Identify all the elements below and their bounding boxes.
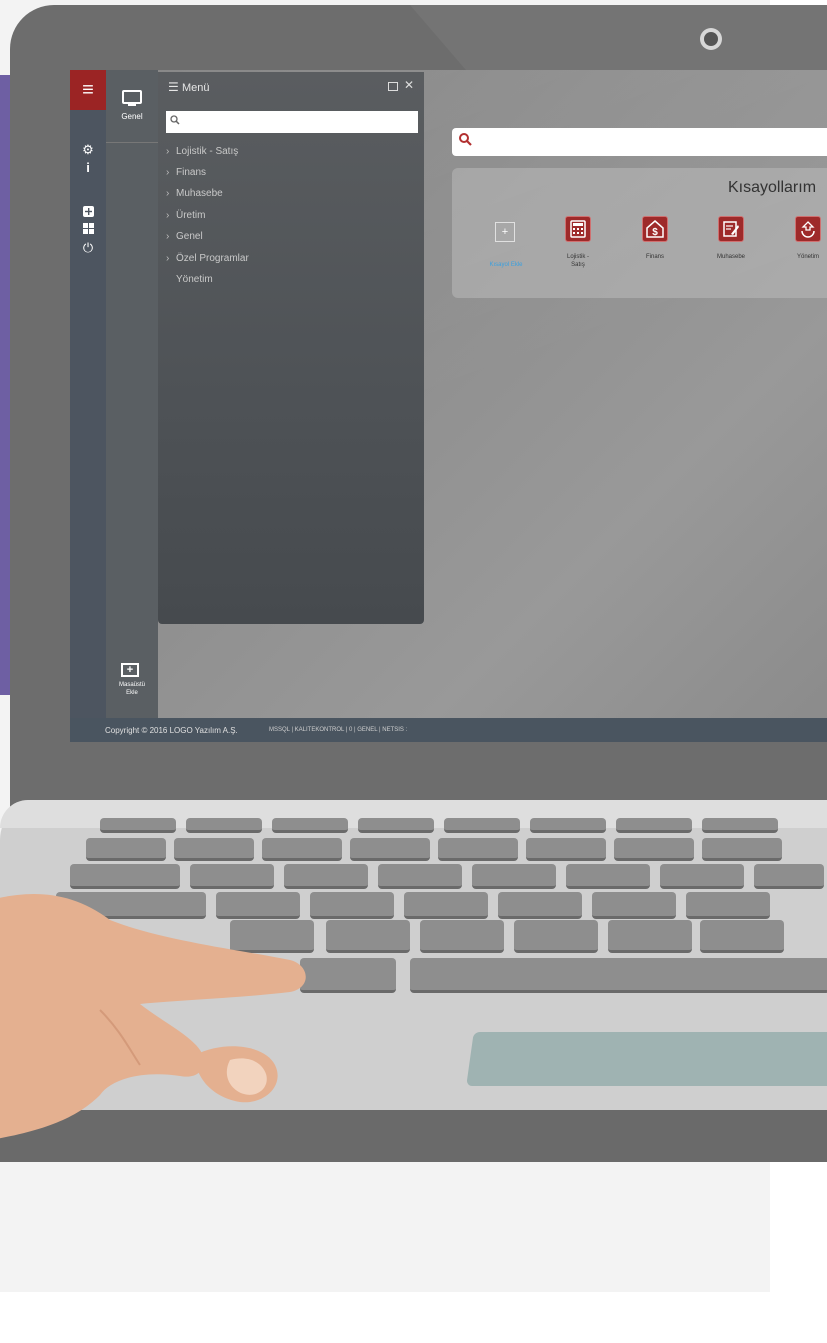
desktop-column xyxy=(106,70,158,718)
info-icon[interactable]: i xyxy=(70,160,106,175)
chevron-right-icon: › xyxy=(166,167,170,178)
connection-status-text: MSSQL | KALITEKONTROL | 0 | GENEL | NETS… xyxy=(269,727,408,733)
key xyxy=(514,920,598,953)
key xyxy=(404,892,488,919)
recycle-icon[interactable] xyxy=(795,216,821,242)
key xyxy=(350,838,430,861)
pointing-hand-illustration xyxy=(0,894,306,1139)
add-icon[interactable] xyxy=(70,205,106,220)
menu-item-label: Finans xyxy=(176,167,207,178)
menu-title: Menü xyxy=(182,82,210,94)
key xyxy=(686,892,770,919)
key xyxy=(700,920,784,953)
key xyxy=(530,818,606,833)
menu-hamburger-icon: ☰ xyxy=(168,80,179,94)
key xyxy=(300,958,396,993)
search-icon xyxy=(170,115,180,128)
trackpad xyxy=(466,1032,827,1086)
desktop-genel-label: Genel xyxy=(121,112,143,121)
add-desktop-label-line2: Ekle xyxy=(126,690,138,696)
menu-item-label: Genel xyxy=(176,231,203,242)
menu-item-label: Üretim xyxy=(176,210,206,221)
key xyxy=(186,818,262,833)
laptop-screen: ≡ ⚙ i ⏻ Genel + Masaüstü Ekle ☰ Menü ✕ ›… xyxy=(70,70,827,742)
shortcut-label-yonetim[interactable]: Yönetim xyxy=(778,253,827,261)
key xyxy=(326,920,410,953)
menu-item-yonetim[interactable]: Yönetim xyxy=(166,274,213,285)
chevron-right-icon: › xyxy=(166,146,170,157)
hamburger-menu-button[interactable]: ≡ xyxy=(70,70,106,110)
calculator-icon[interactable] xyxy=(565,216,591,242)
chevron-right-icon: › xyxy=(166,253,170,264)
monitor-icon xyxy=(122,90,142,104)
grid-icon[interactable] xyxy=(70,222,106,237)
settings-icon[interactable]: ⚙ xyxy=(70,142,106,158)
key xyxy=(438,838,518,861)
webcam xyxy=(700,28,722,50)
chevron-right-icon: › xyxy=(166,188,170,199)
add-shortcut-label[interactable]: Kısayol Ekle xyxy=(476,262,536,268)
key xyxy=(498,892,582,919)
key xyxy=(472,864,556,889)
chevron-right-icon: › xyxy=(166,210,170,221)
menu-item-label: Muhasebe xyxy=(176,188,223,199)
key xyxy=(702,818,778,833)
key xyxy=(100,818,176,833)
shortcut-label-muhasebe[interactable]: Muhasebe xyxy=(701,253,761,261)
shortcuts-title: Kısayollarım xyxy=(728,179,817,196)
shortcut-label-line1: Lojistik - xyxy=(566,254,589,260)
key xyxy=(272,818,348,833)
key xyxy=(262,838,342,861)
add-desktop-label[interactable]: Masaüstü Ekle xyxy=(106,681,158,697)
key xyxy=(378,864,462,889)
chevron-right-icon: › xyxy=(166,231,170,242)
shortcut-label-line2: Satış xyxy=(571,262,585,268)
key xyxy=(592,892,676,919)
main-search-input[interactable] xyxy=(452,128,827,156)
maximize-icon[interactable] xyxy=(388,82,398,91)
menu-item-finans[interactable]: › Finans xyxy=(166,167,206,178)
menu-item-lojistik-satis[interactable]: › Lojistik - Satış xyxy=(166,146,238,157)
key xyxy=(616,818,692,833)
menu-item-genel[interactable]: › Genel xyxy=(166,231,203,242)
key xyxy=(526,838,606,861)
menu-item-label: Yönetim xyxy=(176,274,213,285)
add-desktop-label-line1: Masaüstü xyxy=(118,682,145,688)
power-icon[interactable]: ⏻ xyxy=(70,240,106,256)
menu-search-input[interactable] xyxy=(166,111,418,133)
separator xyxy=(106,142,158,143)
dollar-icon[interactable]: $ xyxy=(642,216,668,242)
add-desktop-icon[interactable]: + xyxy=(121,663,139,677)
key xyxy=(420,920,504,953)
shortcut-label-lojistik-satis[interactable]: Lojistik - Satış xyxy=(548,253,608,269)
menu-item-label: Lojistik - Satış xyxy=(176,146,239,157)
key xyxy=(358,818,434,833)
add-shortcut-icon[interactable]: + xyxy=(495,222,515,242)
key xyxy=(660,864,744,889)
key xyxy=(754,864,824,889)
copyright-text: Copyright © 2016 LOGO Yazılım A.Ş. xyxy=(105,726,238,735)
search-icon xyxy=(459,133,472,149)
key xyxy=(310,892,394,919)
menu-item-uretim[interactable]: › Üretim xyxy=(166,210,205,221)
key xyxy=(614,838,694,861)
key xyxy=(86,838,166,861)
menu-item-muhasebe[interactable]: › Muhasebe xyxy=(166,188,223,199)
spacebar xyxy=(410,958,827,993)
key xyxy=(608,920,692,953)
key xyxy=(174,838,254,861)
close-icon[interactable]: ✕ xyxy=(404,78,414,92)
key xyxy=(566,864,650,889)
shortcut-label-finans[interactable]: Finans xyxy=(625,253,685,261)
svg-text:$: $ xyxy=(652,227,658,238)
menu-item-label: Özel Programlar xyxy=(176,253,249,264)
monitor-stand xyxy=(128,104,136,106)
key xyxy=(444,818,520,833)
menu-item-ozel-programlar[interactable]: › Özel Programlar xyxy=(166,253,249,264)
key xyxy=(702,838,782,861)
ledger-edit-icon[interactable] xyxy=(718,216,744,242)
